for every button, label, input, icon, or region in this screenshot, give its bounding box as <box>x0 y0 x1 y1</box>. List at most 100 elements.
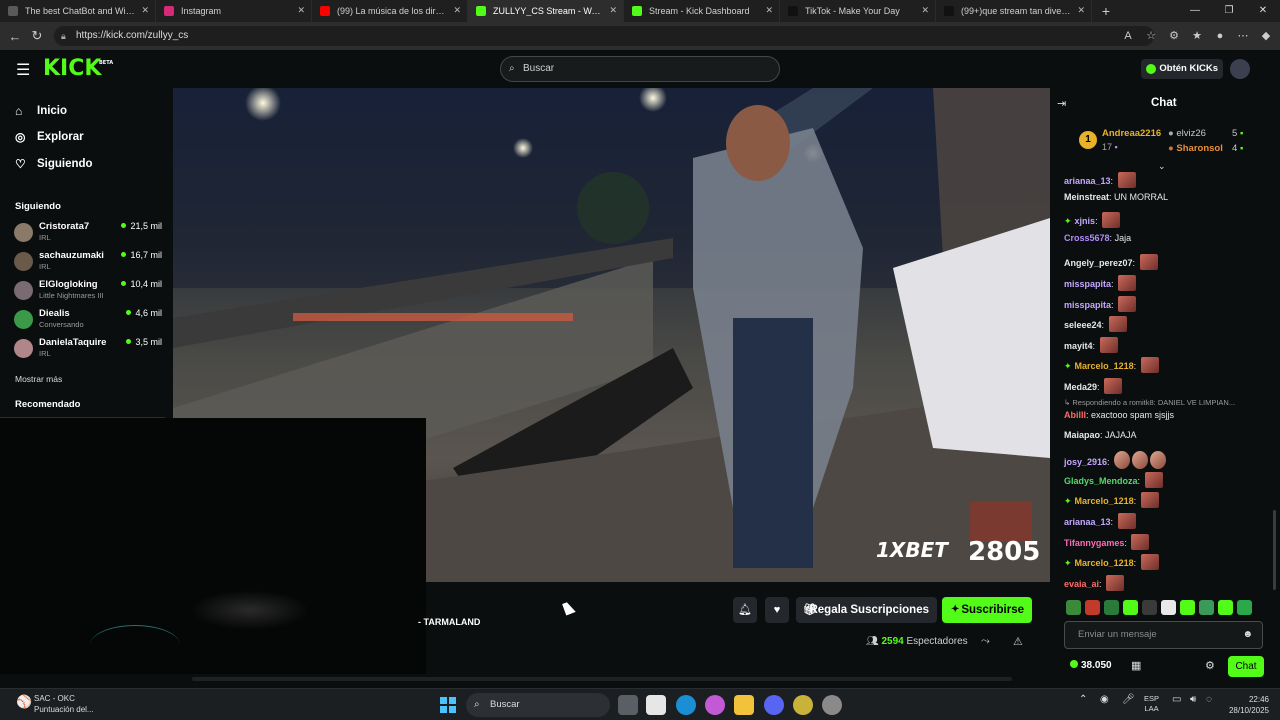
chat-username[interactable]: Marcelo_1218 <box>1075 361 1134 371</box>
store-icon[interactable] <box>646 695 666 715</box>
edge-icon[interactable] <box>676 695 696 715</box>
collapse-chat-icon[interactable]: ⇥ <box>1057 97 1066 110</box>
app-icon[interactable] <box>793 695 813 715</box>
discord-icon[interactable] <box>764 695 784 715</box>
subscribe-button[interactable]: ✦ Suscribirse <box>942 597 1032 623</box>
network-icon[interactable]: ▭ <box>1172 694 1181 705</box>
search-input[interactable]: ⌕ Buscar <box>500 56 780 82</box>
copilot-app-icon[interactable] <box>705 695 725 715</box>
profile-icon[interactable]: ● <box>1212 26 1228 46</box>
app-tray-icon[interactable]: ◉ <box>1100 694 1109 705</box>
leader-second-name[interactable]: ● elviz26 <box>1168 128 1206 139</box>
chat-username[interactable]: arianaa_13 <box>1064 517 1111 527</box>
start-button[interactable] <box>440 697 456 713</box>
browser-tab[interactable]: (99) La música de los directos de ✕ <box>312 0 468 22</box>
emote-picker-icon[interactable] <box>1085 600 1100 615</box>
more-menu-icon[interactable]: ⋯ <box>1235 26 1251 46</box>
notification-bell-button[interactable]: 🔔︎ <box>733 597 757 623</box>
pin-expand-icon[interactable]: ⌄ <box>1158 161 1166 172</box>
chat-username[interactable]: arianaa_13 <box>1064 176 1111 186</box>
mic-icon[interactable]: 🎤︎ <box>1122 694 1135 705</box>
followed-channel[interactable]: sachauzumaki IRL 16,7 mil <box>14 250 164 274</box>
emote-picker-icon[interactable] <box>1104 600 1119 615</box>
maximize-button[interactable]: ❐ <box>1212 0 1246 22</box>
pip-overlay[interactable] <box>0 418 426 674</box>
chat-username[interactable]: seleee24 <box>1064 320 1102 330</box>
tab-close-icon[interactable]: ✕ <box>921 5 929 16</box>
emote-picker-icon[interactable] <box>1142 600 1157 615</box>
browser-tab[interactable]: ZULLYY_CS Stream - Watch Live ✕ <box>468 0 624 22</box>
chat-username[interactable]: Tifannygames <box>1064 538 1124 548</box>
taskbar-search[interactable]: ⌕ Buscar <box>466 693 610 717</box>
system-clock[interactable]: 22:46 28/10/2025 <box>1225 694 1269 716</box>
show-more-link[interactable]: Mostrar más <box>15 374 62 384</box>
extensions-icon[interactable]: ⚙ <box>1166 26 1182 46</box>
tab-close-icon[interactable]: ✕ <box>453 5 461 16</box>
chat-username[interactable]: xjnis <box>1075 216 1096 226</box>
url-field[interactable]: 🔒︎ https://kick.com/zullyy_cs <box>54 26 1154 46</box>
page-horizontal-scrollbar[interactable] <box>192 677 1012 681</box>
battery-icon[interactable]: ◌ <box>1206 694 1212 705</box>
get-kicks-button[interactable]: Obtén KICKs <box>1141 59 1223 79</box>
weather-widget[interactable]: ⚾ SAC - OKC Puntuación del... <box>16 693 94 715</box>
emote-picker-icon[interactable] <box>1123 600 1138 615</box>
language-indicator[interactable]: ESP LAA <box>1144 694 1159 714</box>
leader-third-name[interactable]: ● Sharonsol <box>1168 143 1223 154</box>
followed-channel[interactable]: Diealis Conversando 4,6 mil <box>14 308 164 332</box>
chat-username[interactable]: evaia_ai <box>1064 579 1099 589</box>
chat-username[interactable]: Meda29 <box>1064 382 1097 392</box>
emote-picker-icon[interactable] <box>1199 600 1214 615</box>
gift-subs-button[interactable]: 🎁︎ Regala Suscripciones <box>796 597 937 623</box>
copilot-icon[interactable]: ◆ <box>1258 26 1274 46</box>
kicks-balance[interactable]: 38.050 <box>1070 660 1112 671</box>
share-icon[interactable]: ⤳ <box>981 635 990 648</box>
report-icon[interactable]: ⚠ <box>1013 635 1023 648</box>
minimize-button[interactable]: — <box>1178 0 1212 22</box>
browser-tab[interactable]: Instagram ✕ <box>156 0 312 22</box>
chat-username[interactable]: Cross5678 <box>1064 233 1110 243</box>
chat-username[interactable]: misspapita <box>1064 300 1111 310</box>
close-window-button[interactable]: ✕ <box>1246 0 1280 22</box>
followed-channel[interactable]: ElGlogloking Little Nightmares III 10,4 mi… <box>14 279 164 303</box>
followed-channel[interactable]: DanielaTaquire IRL 3,5 mil <box>14 337 164 361</box>
back-button[interactable]: ← <box>4 29 26 44</box>
chat-username[interactable]: Marcelo_1218 <box>1075 496 1134 506</box>
chat-message-input[interactable]: Enviar un mensaje ☻ <box>1064 621 1263 649</box>
reload-button[interactable]: ↻ <box>26 28 48 44</box>
emote-picker-icon[interactable] <box>1066 600 1081 615</box>
collections-icon[interactable]: ★ <box>1189 26 1205 46</box>
new-tab-button[interactable]: + <box>1096 3 1116 19</box>
nav-home[interactable]: ⌂ Inicio <box>15 101 67 121</box>
chat-username[interactable]: misspapita <box>1064 279 1111 289</box>
nav-following[interactable]: ♡ Siguiendo <box>15 154 93 174</box>
chat-username[interactable]: josy_2916 <box>1064 457 1107 467</box>
file-explorer-icon[interactable] <box>734 695 754 715</box>
followed-channel[interactable]: Cristorata7 IRL 21,5 mil <box>14 221 164 245</box>
chat-username[interactable]: Maiapao <box>1064 430 1100 440</box>
task-view-icon[interactable] <box>618 695 638 715</box>
tab-close-icon[interactable]: ✕ <box>765 5 773 16</box>
chat-username[interactable]: Gladys_Mendoza <box>1064 476 1138 486</box>
emote-picker-icon[interactable] <box>1218 600 1233 615</box>
tab-close-icon[interactable]: ✕ <box>1077 5 1085 16</box>
volume-icon[interactable]: 🔊︎ <box>1190 694 1196 705</box>
chat-username[interactable]: Marcelo_1218 <box>1075 558 1134 568</box>
emote-picker-icon[interactable] <box>1180 600 1195 615</box>
nav-explore[interactable]: ◎ Explorar <box>15 127 84 147</box>
chat-username[interactable]: mayit4 <box>1064 341 1093 351</box>
chat-username[interactable]: Angely_perez07 <box>1064 258 1133 268</box>
favorite-star-icon[interactable]: ☆ <box>1143 26 1159 46</box>
chat-username[interactable]: Meinstreat <box>1064 192 1109 202</box>
chevron-up-icon[interactable]: ⌃ <box>1079 694 1087 705</box>
shop-icon[interactable]: ▦ <box>1131 659 1141 672</box>
obs-icon[interactable] <box>822 695 842 715</box>
follow-button[interactable]: ♥ <box>765 597 789 623</box>
browser-tab[interactable]: (99+)que stream tan divertido ✕ <box>936 0 1092 22</box>
chat-username[interactable]: Abilll <box>1064 410 1086 420</box>
menu-icon[interactable]: ☰ <box>16 60 30 80</box>
tab-close-icon[interactable]: ✕ <box>141 5 149 16</box>
user-avatar[interactable] <box>1230 59 1250 79</box>
tab-close-icon[interactable]: ✕ <box>609 5 617 16</box>
kick-logo[interactable]: KICK BETA <box>43 56 113 81</box>
read-aloud-icon[interactable]: A <box>1120 26 1136 46</box>
